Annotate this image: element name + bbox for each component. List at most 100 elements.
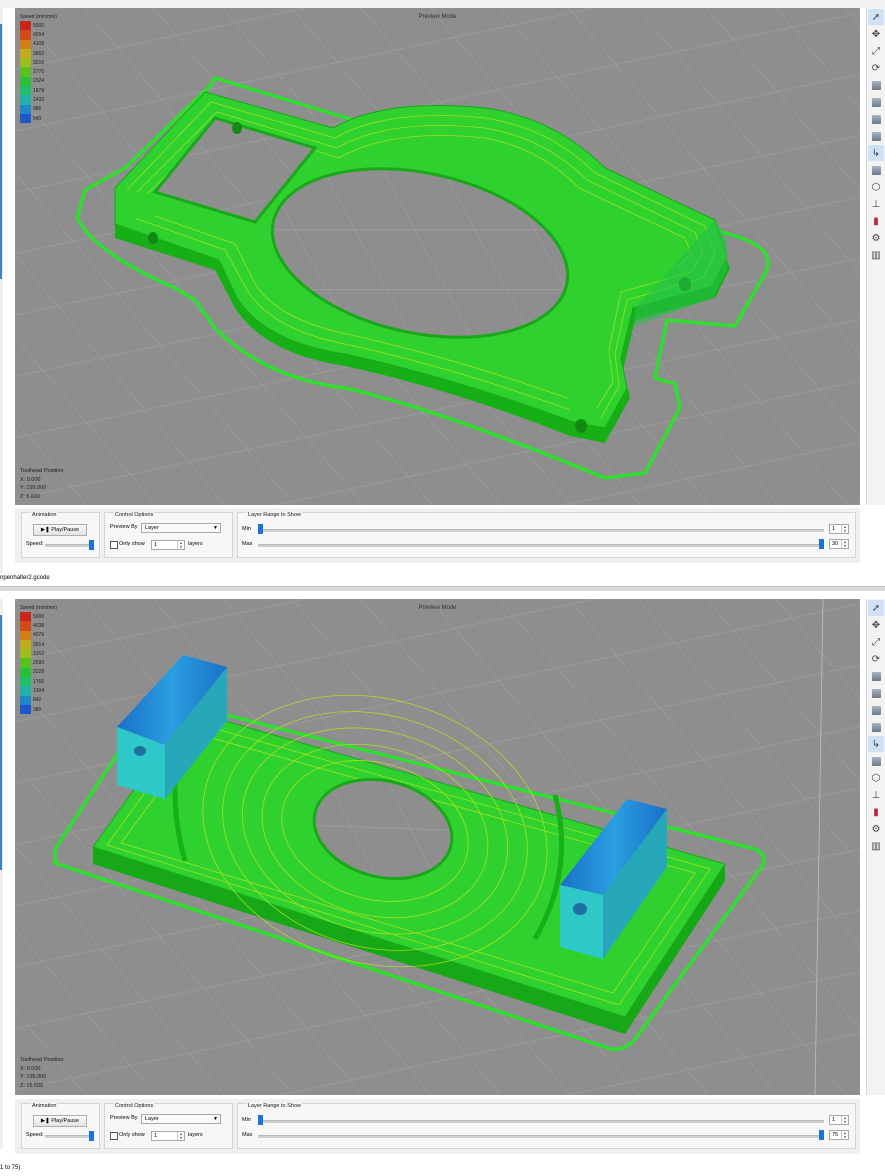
support-icon[interactable]: ▥ xyxy=(868,838,884,854)
min-spinbox[interactable]: 1 ▲ ▼ xyxy=(829,1115,849,1125)
max-spinbox[interactable]: 75 ▲ ▼ xyxy=(829,1130,849,1140)
speed-slider-track[interactable] xyxy=(45,544,93,547)
min-slider-track[interactable] xyxy=(258,1120,824,1123)
scale-icon[interactable]: ⤢ xyxy=(868,634,884,650)
spin-arrows-icon[interactable]: ▲ ▼ xyxy=(841,525,848,533)
speed-slider-handle[interactable] xyxy=(89,1131,94,1141)
max-slider-track[interactable] xyxy=(258,544,824,547)
right-toolbar: ➚ ✥ ⤢ ⟳ ↳ ⬡ ⊥ ▮ ⚙ ▥ xyxy=(866,599,885,1095)
preview-icon[interactable]: ↳ xyxy=(868,736,884,752)
only-show-spinbox[interactable]: 1 ▲ ▼ xyxy=(151,1131,185,1141)
min-slider-handle[interactable] xyxy=(258,524,263,534)
spin-arrows-icon[interactable]: ▲ ▼ xyxy=(177,1132,184,1140)
play-pause-label: Play/Pause xyxy=(51,1118,80,1124)
max-slider-track[interactable] xyxy=(258,1135,824,1138)
view-iso-icon[interactable] xyxy=(868,668,884,684)
axis-icon[interactable]: ⊥ xyxy=(868,787,884,803)
min-spinbox[interactable]: 1 ▲ ▼ xyxy=(829,524,849,534)
top-preview-pane: Preview Mode Speed (mm/min) 5000 4554 4108… xyxy=(0,0,885,588)
preview-by-label: Preview By xyxy=(110,1115,138,1121)
move-icon[interactable]: ✥ xyxy=(868,617,884,633)
legend-swatch xyxy=(20,58,31,68)
gcode-preview-scene[interactable] xyxy=(15,8,860,505)
preview-viewport[interactable]: Preview Mode Speed (mm/min) 5000 4538 4076… xyxy=(15,599,860,1095)
legend-swatch xyxy=(20,21,31,31)
legend-row: 842 xyxy=(20,695,57,705)
min-slider-track[interactable] xyxy=(258,529,824,532)
rotate-icon[interactable]: ⟳ xyxy=(868,60,884,76)
legend-row: 540 xyxy=(20,113,57,124)
legend-label: 4108 xyxy=(33,41,45,48)
speed-slider-handle[interactable] xyxy=(89,540,94,550)
preview-icon[interactable]: ↳ xyxy=(868,145,884,161)
preview-viewport[interactable]: Preview Mode Speed (mm/min) 5000 4554 4108… xyxy=(15,8,860,505)
view-side-icon[interactable] xyxy=(868,719,884,735)
rotate-icon[interactable]: ⟳ xyxy=(868,651,884,667)
min-slider-handle[interactable] xyxy=(258,1115,263,1125)
layers-label: layers xyxy=(188,541,203,547)
select-icon[interactable]: ➚ xyxy=(868,9,884,25)
view-front-icon[interactable] xyxy=(868,685,884,701)
preview-controls: Animation ▶❚ Play/Pause Speed: Control O… xyxy=(15,1099,860,1154)
legend-row: 1304 xyxy=(20,686,57,696)
play-pause-button[interactable]: ▶❚ Play/Pause xyxy=(33,1115,87,1127)
legend-row: 1878 xyxy=(20,86,57,96)
only-show-spinbox[interactable]: 1 ▲ ▼ xyxy=(151,540,185,550)
legend-swatch xyxy=(20,113,31,124)
min-label: Min xyxy=(242,1117,251,1123)
legend-swatch xyxy=(20,48,31,59)
legend-label: 3662 xyxy=(33,50,45,57)
legend-row: 1432 xyxy=(20,95,57,105)
preview-by-select[interactable]: Layer ▼ xyxy=(141,1114,221,1124)
legend-label: 4076 xyxy=(33,632,45,639)
legend-label: 2690 xyxy=(33,660,45,667)
object-icon[interactable]: ▮ xyxy=(868,804,884,820)
move-icon[interactable]: ✥ xyxy=(868,26,884,42)
status-range: 1 to 75) xyxy=(0,1165,21,1171)
legend-label: 4538 xyxy=(33,622,45,629)
cube-view-icon[interactable] xyxy=(868,753,884,769)
support-icon[interactable]: ▥ xyxy=(868,247,884,263)
legend-swatch xyxy=(20,86,31,96)
max-slider-handle[interactable] xyxy=(819,539,824,549)
settings-icon[interactable]: ⚙ xyxy=(868,230,884,246)
view-side-icon[interactable] xyxy=(868,128,884,144)
gcode-preview-scene[interactable] xyxy=(15,599,860,1095)
speed-slider-track[interactable] xyxy=(45,1135,93,1138)
mesh-icon[interactable]: ⬡ xyxy=(868,179,884,195)
preview-mode-label: Preview Mode xyxy=(418,14,457,20)
select-icon[interactable]: ➚ xyxy=(868,600,884,616)
max-spinbox[interactable]: 30 ▲ ▼ xyxy=(829,539,849,549)
spin-arrows-icon[interactable]: ▲ ▼ xyxy=(841,1116,848,1124)
view-top-icon[interactable] xyxy=(868,702,884,718)
play-pause-label: Play/Pause xyxy=(51,527,80,533)
legend-swatch xyxy=(20,704,31,715)
spin-arrows-icon[interactable]: ▲ ▼ xyxy=(841,540,848,548)
view-front-icon[interactable] xyxy=(868,94,884,110)
legend-label: 2228 xyxy=(33,669,45,676)
object-icon[interactable]: ▮ xyxy=(868,213,884,229)
spin-arrows-icon[interactable]: ▲ ▼ xyxy=(841,1131,848,1139)
view-top-icon[interactable] xyxy=(868,111,884,127)
left-panel-edge xyxy=(0,8,3,573)
cube-view-icon[interactable] xyxy=(868,162,884,178)
legend-row: 4108 xyxy=(20,39,57,49)
min-value: 1 xyxy=(832,1117,836,1123)
play-pause-button[interactable]: ▶❚ Play/Pause xyxy=(33,524,87,536)
animation-group-title: Animation xyxy=(31,1103,58,1109)
legend-label: 3614 xyxy=(33,641,45,648)
legend-swatch xyxy=(20,649,31,659)
scale-icon[interactable]: ⤢ xyxy=(868,43,884,59)
control-options-group: Control Options Preview By Layer ▼ Only s… xyxy=(104,512,233,558)
preview-by-select[interactable]: Layer ▼ xyxy=(141,523,221,533)
only-show-checkbox[interactable] xyxy=(110,541,118,549)
mesh-icon[interactable]: ⬡ xyxy=(868,770,884,786)
settings-icon[interactable]: ⚙ xyxy=(868,821,884,837)
max-slider-handle[interactable] xyxy=(819,1130,824,1140)
legend-row: 2324 xyxy=(20,76,57,87)
only-show-checkbox[interactable] xyxy=(110,1132,118,1140)
axis-icon[interactable]: ⊥ xyxy=(868,196,884,212)
view-iso-icon[interactable] xyxy=(868,77,884,93)
spin-arrows-icon[interactable]: ▲ ▼ xyxy=(177,541,184,549)
legend-label: 1878 xyxy=(33,87,45,94)
